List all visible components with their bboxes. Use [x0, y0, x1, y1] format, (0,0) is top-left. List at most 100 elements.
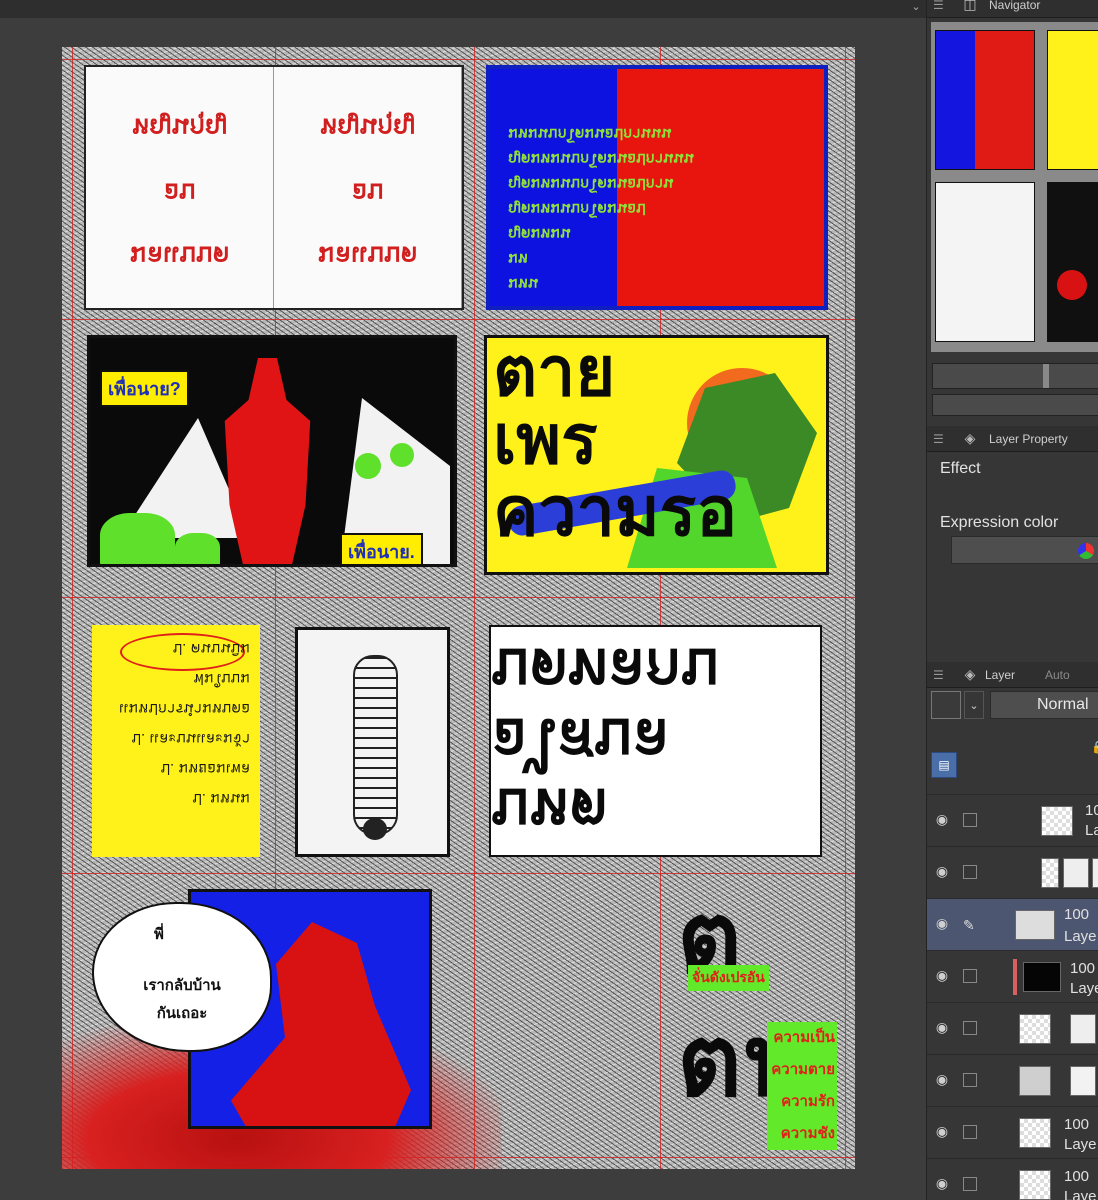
layer-name: Laye: [1064, 1136, 1097, 1153]
tab-auto-action[interactable]: Auto: [1045, 668, 1070, 682]
book-text: มลแบบด: [317, 240, 418, 270]
green-skull: [355, 453, 381, 479]
text-layer-icon: [1070, 1066, 1096, 1096]
panel-red-woman: เพื่อนาย? เพื่อนาย.: [87, 335, 457, 567]
mirrored-note-text: ป. มหนม ป. มหยอมเพล ป. และบนและมจ้า แมหป…: [100, 633, 250, 813]
frame-guide: [474, 47, 475, 1169]
layer-checkbox[interactable]: [963, 865, 977, 879]
lock-icon[interactable]: 🔒: [1091, 740, 1098, 754]
text-line: มห: [508, 250, 528, 267]
layer-row[interactable]: ◉ 100 Laye: [927, 1158, 1098, 1200]
green-word-block: ความเป็น ความตาย ความรัก ความชัง: [767, 1022, 837, 1150]
layer-row[interactable]: ◉ 100 Laye: [927, 950, 1098, 1002]
navigator-icon[interactable]: ◫: [961, 0, 979, 14]
effect-label: Effect: [940, 460, 981, 477]
chevron-down-icon[interactable]: ⌄: [964, 691, 984, 719]
layer-checkbox[interactable]: [963, 813, 977, 827]
bubble-line: เรากลับบ้าน: [143, 977, 221, 994]
manga-page[interactable]: หญนกุญ อบ มลแบบด หญนกุญ อบ มลแบบด มหน มห…: [62, 47, 855, 1169]
layer-checkbox[interactable]: [963, 1021, 977, 1035]
frame-guide: [845, 47, 846, 1169]
note-line: ป. และบนและมจ้า: [131, 730, 250, 747]
navigator-tabbar: ☰ ◫ Navigator: [927, 0, 1098, 18]
text-line: มหน: [508, 275, 539, 292]
layer-tabbar: ☰ ◈ Layer Auto: [927, 662, 1098, 688]
eye-icon[interactable]: ◉: [933, 811, 951, 829]
right-dock: ☰ ◫ Navigator ☰ ◈ Layer Property Effect …: [926, 0, 1098, 1200]
expression-color-select[interactable]: [951, 536, 1098, 564]
layer-row[interactable]: ◉: [927, 846, 1098, 898]
text-line: มหมนบกโดมนอปกานนน: [508, 125, 672, 142]
mirrored-text-block: มหน มห ญดมหมน ญดมหมนบกโดมนอป ญดมหมนบกโดม…: [508, 121, 818, 296]
eye-icon[interactable]: ◉: [933, 1175, 951, 1193]
3d-layer-icon: [1092, 858, 1098, 888]
layer-checkbox[interactable]: [963, 969, 977, 983]
layer-row[interactable]: ◉ 100 La: [927, 794, 1098, 846]
note-line: ป. มหนม: [192, 790, 250, 807]
layer-toolbar: ⌄ Normal: [927, 688, 1098, 724]
grip-icon[interactable]: ☰: [933, 668, 944, 682]
eye-icon[interactable]: ◉: [933, 1019, 951, 1037]
color-wheel-icon: [1078, 543, 1094, 559]
tab-navigator[interactable]: Navigator: [989, 0, 1040, 12]
green-word: ความชัง: [780, 1125, 835, 1142]
book-text: อบ: [163, 177, 196, 207]
tab-layer[interactable]: Layer: [985, 668, 1015, 682]
layer-checkbox[interactable]: [963, 1125, 977, 1139]
green-word: ความตาย: [771, 1061, 835, 1078]
layer-checkbox[interactable]: [963, 1177, 977, 1191]
thumb-red-shape: [1057, 270, 1087, 300]
big-mirrored-text: อไสบล: [491, 705, 669, 775]
green-word: ความรัก: [781, 1093, 835, 1110]
canvas-top-strip: [0, 0, 926, 18]
eye-icon[interactable]: ◉: [933, 1071, 951, 1089]
layer-option-icon[interactable]: ▤: [931, 752, 957, 778]
tab-layer-property[interactable]: Layer Property: [989, 432, 1068, 446]
green-skull: [390, 443, 414, 467]
layer-color-swatch[interactable]: [931, 691, 961, 719]
expression-color-label: Expression color: [940, 514, 1059, 531]
layer-row[interactable]: ◉ 100 Laye: [927, 1106, 1098, 1158]
layer-opacity: 100: [1085, 802, 1098, 819]
app-window: ⌄ หญนกุญ อบ มลแบบด หญนกุญ อบ มลแบบด มหน …: [0, 0, 1098, 1200]
eye-icon[interactable]: ◉: [933, 967, 951, 985]
layer-property-icon[interactable]: ◈: [961, 430, 979, 448]
panel-skeleton: [295, 627, 450, 857]
chevron-down-icon[interactable]: ⌄: [908, 0, 924, 16]
layer-thumbnail: [1019, 1170, 1051, 1200]
layer-icon[interactable]: ◈: [961, 666, 979, 684]
text-line: ญดมหมนบกโดมนอป: [508, 200, 646, 217]
rotate-slider[interactable]: [932, 394, 1098, 416]
big-mirrored-text: บดทลกบ: [491, 635, 719, 705]
layer-row[interactable]: ◉: [927, 1002, 1098, 1054]
layer-thumbnail: [1019, 1014, 1051, 1044]
big-mirrored-text: บหต: [491, 775, 608, 845]
navigator-preview[interactable]: [931, 22, 1098, 352]
speech-label: เพื่อนาย.: [340, 533, 423, 564]
skull-drawing: [363, 818, 387, 840]
zoom-slider[interactable]: [932, 363, 1098, 389]
grip-icon[interactable]: ☰: [933, 432, 944, 446]
layer-thumbnail: [1023, 962, 1061, 992]
bubble-text: พี่: [154, 926, 164, 943]
layer-checkbox[interactable]: [963, 1073, 977, 1087]
slider-knob[interactable]: [1043, 364, 1049, 388]
eye-icon[interactable]: ◉: [933, 915, 951, 933]
blend-mode-select[interactable]: Normal: [990, 691, 1098, 719]
eye-icon[interactable]: ◉: [933, 1123, 951, 1141]
layer-row[interactable]: ◉: [927, 1054, 1098, 1106]
frame-guide: [62, 873, 855, 874]
book-text: หญนกุญ: [132, 112, 227, 142]
eye-icon[interactable]: ◉: [933, 863, 951, 881]
canvas-area[interactable]: ⌄ หญนกุญ อบ มลแบบด หญนกุญ อบ มลแบบด มหน …: [0, 0, 926, 1200]
layer-name: Laye: [1064, 928, 1097, 945]
layer-options-row: ▤ 🔒: [927, 740, 1098, 786]
panel-blue-red: มหน มห ญดมหมน ญดมหมนบกโดมนอป ญดมหมนบกโดม…: [486, 65, 828, 310]
layer-row-selected[interactable]: ◉ ✎ 100 Laye: [927, 898, 1098, 950]
speech-label: เพื่อนาย?: [100, 370, 189, 407]
note-line: แมหปการนำมหบดอ: [118, 700, 250, 717]
pen-icon[interactable]: ✎: [963, 917, 977, 933]
thumb-panel: [1047, 182, 1098, 342]
book-right-page: หญนกุญ อบ มลแบบด: [274, 67, 462, 308]
grip-icon[interactable]: ☰: [933, 0, 944, 12]
